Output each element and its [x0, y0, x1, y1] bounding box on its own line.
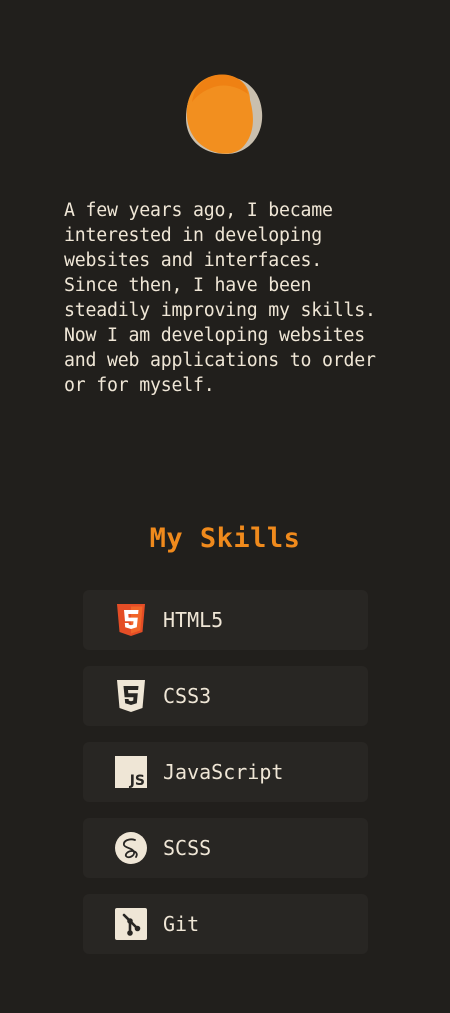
skill-item-scss: SCSS: [83, 818, 368, 878]
git-icon: [115, 908, 147, 940]
skills-list: HTML5 CSS3 JS JavaScript SCSS Git: [83, 590, 368, 970]
skill-item-javascript: JS JavaScript: [83, 742, 368, 802]
skill-label: HTML5: [163, 608, 224, 632]
about-text: A few years ago, I became interested in …: [64, 200, 376, 396]
skill-item-git: Git: [83, 894, 368, 954]
skills-title: My Skills: [149, 523, 301, 554]
html5-icon: [115, 604, 147, 636]
skill-item-css3: CSS3: [83, 666, 368, 726]
skill-item-html5: HTML5: [83, 590, 368, 650]
javascript-icon: JS: [115, 756, 147, 788]
skill-label: JavaScript: [163, 760, 284, 784]
skill-label: CSS3: [163, 684, 212, 708]
css3-icon: [115, 680, 147, 712]
sass-icon: [115, 832, 147, 864]
skill-label: Git: [163, 912, 200, 936]
svg-text:JS: JS: [129, 773, 145, 788]
skill-label: SCSS: [163, 836, 212, 860]
avatar-blob: [186, 74, 263, 154]
